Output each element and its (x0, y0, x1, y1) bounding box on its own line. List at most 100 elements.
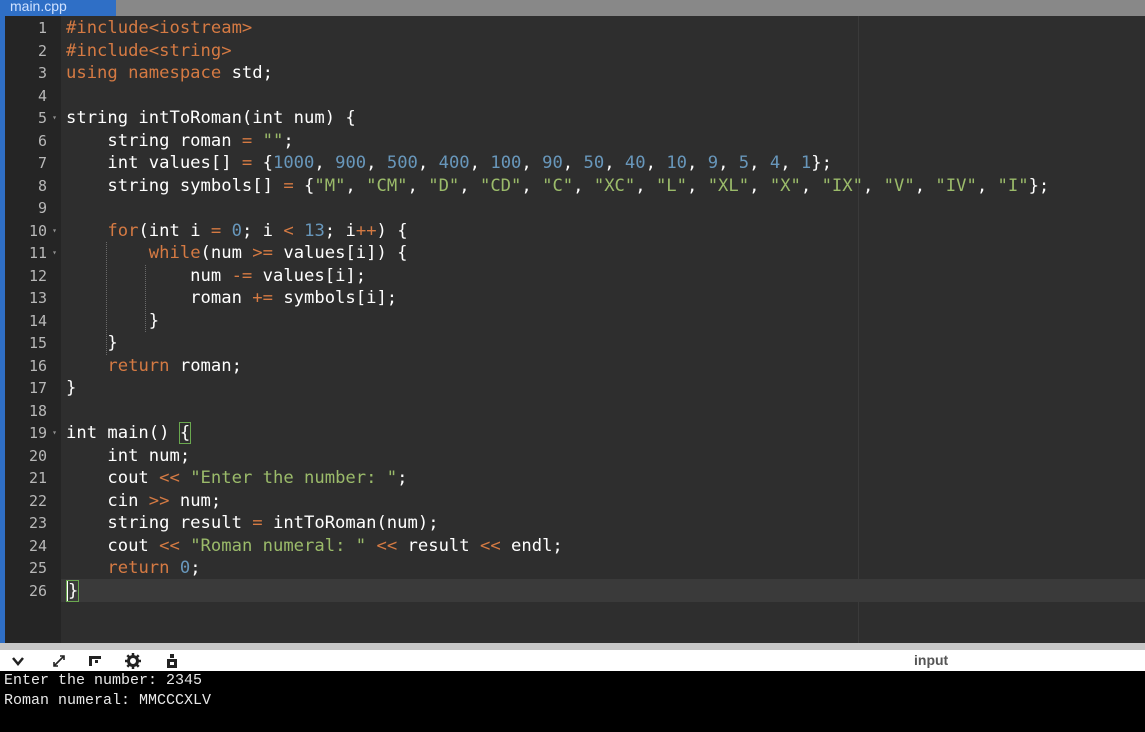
code-token: #include<iostream> (66, 18, 253, 38)
line-number: 2 (5, 40, 61, 63)
code-line[interactable]: roman += symbols[i]; (66, 287, 397, 310)
console-output: Enter the number: 2345 Roman numeral: MM… (0, 671, 1145, 732)
code-token: 400 (438, 153, 470, 173)
code-token: { (252, 153, 273, 173)
code-token: "XC" (593, 175, 636, 196)
code-token: symbols[i]; (272, 288, 398, 308)
code-line[interactable]: } (66, 332, 117, 355)
code-token: string result (66, 513, 253, 533)
line-number: 26 (5, 580, 61, 603)
expand-icon[interactable] (49, 651, 69, 670)
code-token: ; i (324, 220, 356, 241)
fold-arrow-icon[interactable]: ▾ (52, 242, 57, 265)
code-line[interactable]: return 0; (66, 557, 201, 580)
code-token: int num; (66, 445, 191, 466)
code-line[interactable]: cout << "Enter the number: "; (66, 467, 407, 490)
code-token: = (252, 513, 263, 533)
chevron-down-icon[interactable] (8, 651, 28, 670)
code-token: , (562, 153, 584, 173)
tab-main-cpp[interactable]: main.cpp (0, 0, 116, 16)
code-token: "Enter the number: " (190, 468, 398, 488)
fold-arrow-icon[interactable]: ▾ (52, 107, 57, 130)
code-line[interactable]: string roman = ""; (66, 130, 293, 153)
code-line[interactable]: num -= values[i]; (66, 265, 366, 288)
code-token: "XL" (707, 175, 750, 196)
code-line[interactable]: int num; (66, 445, 190, 468)
code-token: , (687, 175, 708, 196)
code-line[interactable]: } (66, 377, 76, 400)
line-number: 15 (5, 332, 61, 355)
line-number: 23 (5, 512, 61, 535)
fold-arrow-icon[interactable]: ▾ (52, 220, 57, 243)
line-number: 8 (5, 175, 61, 198)
code-token: = (241, 130, 253, 151)
code-line[interactable]: cout << "Roman numeral: " << result << e… (66, 535, 562, 558)
code-token: >> (148, 490, 170, 511)
tab-bar: main.cpp (0, 0, 1145, 16)
code-line[interactable]: int values[] = {1000, 900, 500, 400, 100… (66, 152, 832, 175)
code-line[interactable]: #include<string> (66, 40, 232, 63)
code-token: 40 (624, 153, 646, 173)
code-line[interactable]: } (65, 579, 80, 603)
code-line[interactable]: string intToRoman(int num) { (66, 107, 356, 130)
code-token: 50 (583, 153, 605, 173)
code-token: 5 (738, 153, 750, 173)
line-number-text: 23 (28, 514, 47, 532)
code-token: 13 (304, 220, 325, 241)
gear-icon[interactable] (123, 651, 143, 670)
code-token: , (976, 175, 998, 196)
code-line[interactable]: for(int i = 0; i < 13; i++) { (66, 220, 408, 243)
line-number-text: 3 (37, 64, 47, 82)
line-number: 13 (5, 287, 61, 310)
code-token: "V" (883, 175, 915, 196)
line-number: 18 (5, 400, 61, 423)
code-line[interactable]: while(num >= values[i]) { (66, 242, 408, 265)
code-token: "" (262, 130, 284, 151)
code-line[interactable]: using namespace std; (66, 62, 273, 85)
line-number: 22 (5, 490, 61, 513)
code-token: << (159, 535, 180, 556)
line-number-text: 1 (37, 19, 47, 37)
code-token: , (417, 153, 439, 173)
line-number-text: 11 (28, 244, 47, 262)
line-number: 10 ▾ (5, 220, 61, 243)
line-number-text: 8 (37, 176, 47, 195)
code-token: string symbols[] (66, 175, 284, 196)
code-line[interactable]: string symbols[] = {"M", "CM", "D", "CD"… (66, 175, 1049, 198)
panel-splitter[interactable] (0, 643, 1145, 650)
code-token: (int i (138, 220, 211, 241)
code-token: int values[] (66, 153, 242, 173)
code-token: -= (231, 265, 253, 286)
code-token: values[i]; (252, 265, 367, 286)
code-token: int main() (66, 423, 180, 443)
line-number-text: 16 (28, 356, 47, 375)
code-token: ; (190, 558, 201, 578)
code-line[interactable]: #include<iostream> (66, 17, 252, 40)
line-number: 17 (5, 377, 61, 400)
code-token: } (66, 378, 77, 398)
code-token: values[i]) { (273, 243, 408, 263)
code-token: 90 (542, 153, 563, 173)
line-number: 19 ▾ (5, 422, 61, 445)
code-token: ) { (376, 220, 408, 241)
code-token: 9 (707, 153, 719, 173)
code-token: << (479, 535, 501, 556)
code-line[interactable]: string result = intToRoman(num); (66, 512, 439, 535)
code-line[interactable]: cin >> num; (66, 490, 221, 513)
code-line[interactable]: int main() { (66, 422, 192, 445)
console-line: Enter the number: 2345 (4, 672, 203, 689)
run-icon[interactable] (162, 651, 182, 670)
print-margin (858, 16, 859, 643)
line-number-text: 6 (37, 131, 47, 150)
indent-guide (145, 264, 146, 332)
input-label[interactable]: input (914, 651, 948, 669)
layout-icon[interactable] (85, 651, 105, 670)
line-number-text: 24 (28, 536, 47, 555)
code-editor[interactable]: 1 2 3 4 5 ▾ 6 7 8 9 10 ▾ 11 ▾ 12 13 14 15 16 17 18 19 ▾ 20 21 22 2… (5, 16, 1145, 643)
code-line[interactable]: return roman; (66, 355, 242, 378)
code-token: intToRoman(num); (262, 513, 439, 533)
fold-arrow-icon[interactable]: ▾ (52, 422, 57, 445)
